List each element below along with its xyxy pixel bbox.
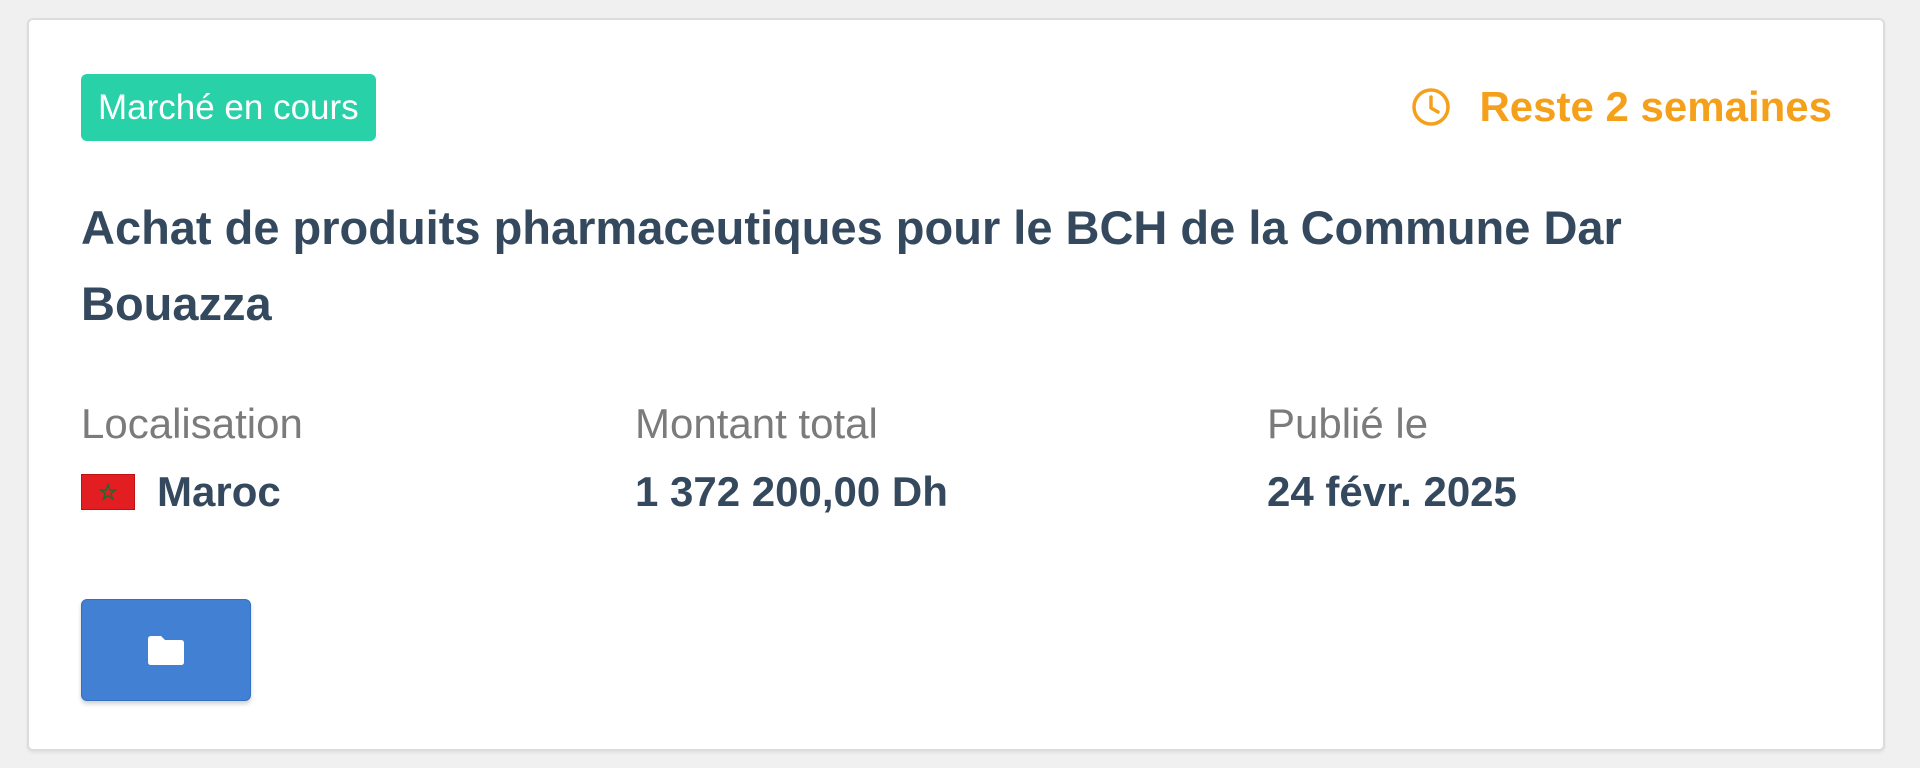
folder-button[interactable] xyxy=(81,599,251,701)
morocco-flag-icon xyxy=(81,474,135,510)
location-text: Maroc xyxy=(157,468,281,515)
amount-label: Montant total xyxy=(635,400,878,447)
time-remaining: Reste 2 semaines xyxy=(1411,82,1832,132)
tender-title[interactable]: Achat de produits pharmaceutiques pour l… xyxy=(81,190,1781,342)
tender-card: Marché en cours Reste 2 semaines Achat d… xyxy=(27,18,1885,751)
amount-info: Montant total 1 372 200,00 Dh xyxy=(635,398,948,518)
folder-icon xyxy=(148,636,184,665)
amount-value: 1 372 200,00 Dh xyxy=(635,468,948,515)
location-info: Localisation Maroc xyxy=(81,398,303,518)
time-remaining-text: Reste 2 semaines xyxy=(1479,83,1832,130)
status-badge: Marché en cours xyxy=(81,74,376,141)
published-value: 24 févr. 2025 xyxy=(1267,468,1517,515)
location-value: Maroc xyxy=(81,466,303,518)
location-label: Localisation xyxy=(81,400,303,447)
published-info: Publié le 24 févr. 2025 xyxy=(1267,398,1517,518)
published-label: Publié le xyxy=(1267,400,1429,447)
clock-icon xyxy=(1412,88,1451,126)
